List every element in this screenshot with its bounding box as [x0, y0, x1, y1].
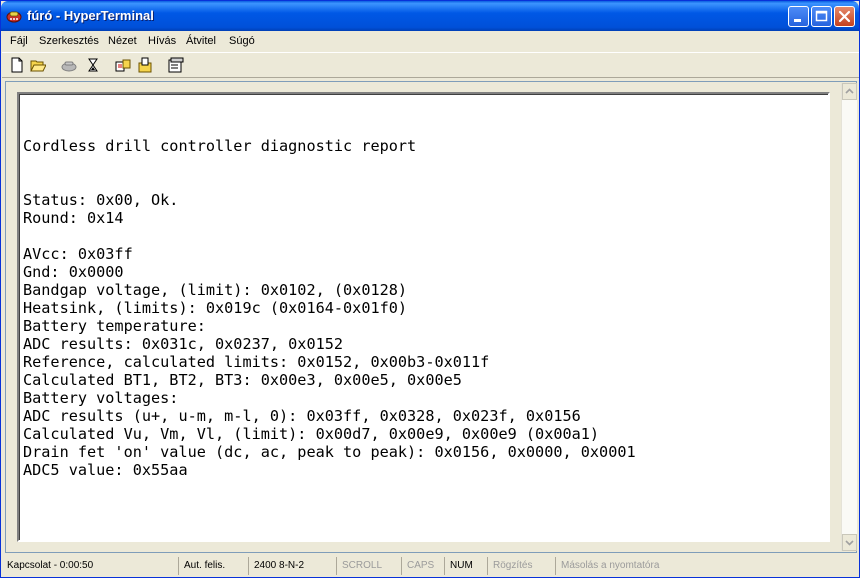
status-connection: Kapcsolat - 0:00:50 — [7, 560, 94, 571]
menu-transfer[interactable]: Átvitel — [186, 35, 216, 47]
disconnect-icon[interactable] — [84, 56, 102, 74]
scroll-up-button[interactable] — [842, 83, 857, 100]
status-auto-detect: Aut. felis. — [178, 557, 248, 575]
menu-help[interactable]: Súgó — [229, 35, 255, 47]
status-port-settings: 2400 8-N-2 — [248, 557, 336, 575]
minimize-button[interactable] — [788, 6, 809, 27]
menu-call[interactable]: Hívás — [148, 35, 176, 47]
hyperterminal-app-icon[interactable] — [6, 8, 22, 24]
status-scroll: SCROLL — [336, 557, 401, 575]
terminal-screen[interactable]: Cordless drill controller diagnostic rep… — [17, 92, 830, 542]
maximize-button[interactable] — [811, 6, 832, 27]
phone-icon[interactable] — [60, 56, 78, 74]
status-capture: Rögzítés — [487, 557, 555, 575]
terminal-area: Cordless drill controller diagnostic rep… — [5, 81, 857, 553]
maximize-icon — [815, 10, 828, 22]
arrow-down-icon — [845, 540, 854, 546]
new-file-icon[interactable] — [8, 56, 26, 74]
menu-file[interactable]: Fájl — [10, 35, 28, 47]
toolbar — [2, 52, 859, 78]
menu-bar: Fájl Szerkesztés Nézet Hívás Átvitel Súg… — [2, 31, 859, 51]
properties-icon[interactable] — [167, 56, 185, 74]
menu-view[interactable]: Nézet — [108, 35, 137, 47]
status-print-echo: Másolás a nyomtatóra — [555, 557, 859, 575]
open-folder-icon[interactable] — [29, 56, 47, 74]
arrow-up-icon — [845, 88, 854, 94]
status-caps: CAPS — [401, 557, 444, 575]
window-title: fúró - HyperTerminal — [27, 8, 154, 23]
title-bar[interactable]: fúró - HyperTerminal — [1, 1, 859, 31]
close-button[interactable] — [834, 6, 855, 27]
hyperterminal-window: fúró - HyperTerminal Fájl Szerkesztés Né… — [0, 0, 860, 578]
close-icon — [838, 10, 851, 23]
vertical-scrollbar[interactable] — [841, 83, 857, 551]
terminal-output: Cordless drill controller diagnostic rep… — [23, 137, 636, 479]
menu-edit[interactable]: Szerkesztés — [39, 35, 99, 47]
minimize-icon — [794, 19, 801, 22]
send-icon[interactable] — [114, 56, 132, 74]
status-num: NUM — [444, 557, 487, 575]
status-bar: Kapcsolat - 0:00:50 Aut. felis. 2400 8-N… — [2, 555, 859, 577]
receive-icon[interactable] — [136, 56, 154, 74]
scroll-down-button[interactable] — [842, 534, 857, 551]
